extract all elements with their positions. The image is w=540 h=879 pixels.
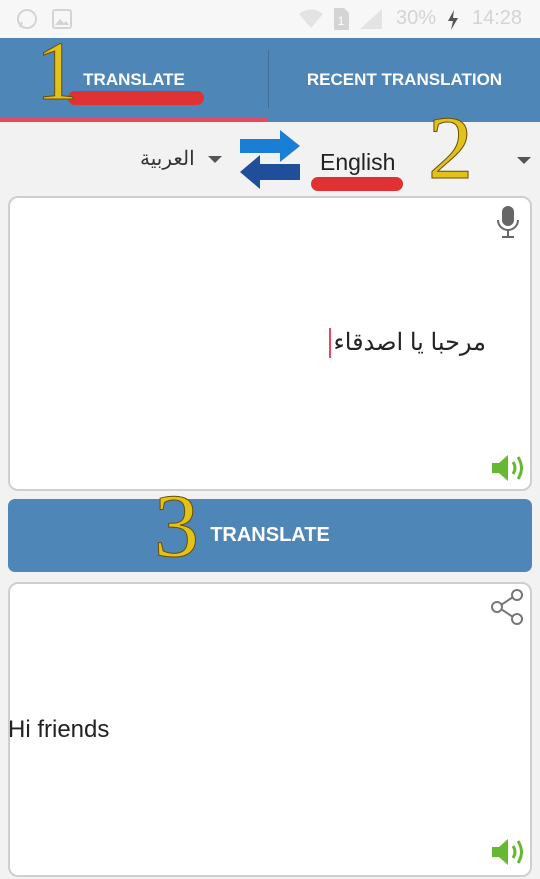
- battery-charging-icon: [448, 10, 458, 30]
- highlight-marker-translate-tab: [68, 91, 204, 105]
- battery-percent: 30%: [396, 7, 437, 29]
- highlight-marker-target-language: [311, 177, 403, 191]
- whatsapp-icon: [17, 9, 37, 29]
- chevron-down-icon: [517, 157, 531, 164]
- speaker-icon[interactable]: [490, 452, 526, 484]
- source-language-dropdown[interactable]: العربية: [130, 140, 230, 180]
- source-text-input[interactable]: مرحبا يا اصدقاء: [8, 196, 532, 491]
- clock: 14:28: [472, 7, 523, 29]
- tab-recent-label: RECENT TRANSLATION: [306, 70, 503, 89]
- translation-output: Hi friends: [8, 582, 532, 877]
- wifi-icon: [299, 9, 323, 28]
- share-icon[interactable]: [488, 588, 526, 626]
- speaker-icon[interactable]: [490, 836, 526, 868]
- status-bar: 1 30% 14:28: [0, 0, 540, 38]
- swap-languages-icon[interactable]: [236, 128, 304, 192]
- annotation-number-2: 2: [428, 99, 474, 198]
- tab-translate-label: TRANSLATE: [83, 70, 185, 89]
- source-text: مرحبا يا اصدقاء: [333, 329, 486, 356]
- source-language-label: العربية: [140, 148, 195, 170]
- translate-button[interactable]: TRANSLATE: [8, 499, 532, 572]
- signal-icon: [360, 9, 382, 29]
- sim-icon: 1: [334, 8, 349, 30]
- tab-recent-translation[interactable]: RECENT TRANSLATION: [269, 38, 540, 122]
- chevron-down-icon: [208, 156, 222, 163]
- annotation-number-1: 1: [36, 25, 79, 118]
- microphone-icon[interactable]: [496, 204, 520, 240]
- svg-text:1: 1: [338, 14, 345, 28]
- text-cursor: [329, 328, 331, 358]
- annotation-number-3: 3: [154, 477, 200, 576]
- translated-text: Hi friends: [8, 716, 110, 743]
- target-language-label: English: [320, 149, 396, 175]
- translate-button-label: TRANSLATE: [210, 524, 330, 546]
